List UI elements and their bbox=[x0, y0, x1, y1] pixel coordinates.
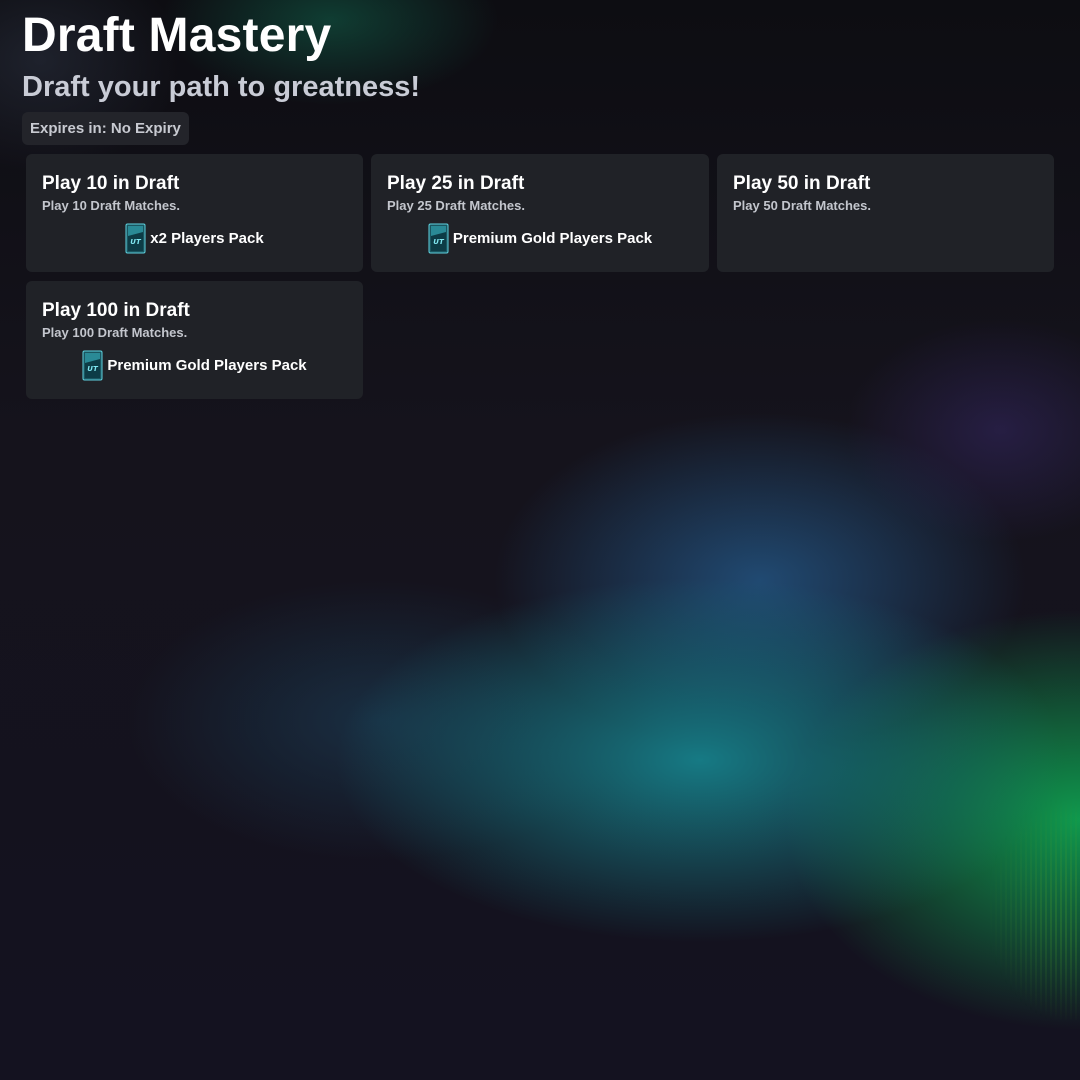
objective-title: Play 25 in Draft bbox=[387, 173, 525, 194]
objective-reward: UT x2 Players Pack bbox=[42, 223, 347, 254]
objective-title: Play 100 in Draft bbox=[42, 300, 190, 321]
page-title: Draft Mastery bbox=[22, 9, 332, 62]
reward-label: x2 Players Pack bbox=[150, 230, 264, 247]
objective-card[interactable]: Play 25 in Draft Play 25 Draft Matches. … bbox=[371, 154, 709, 272]
background-stripes bbox=[990, 800, 1080, 1020]
objective-title: Play 10 in Draft bbox=[42, 173, 180, 194]
ut-pack-icon: UT bbox=[82, 350, 103, 381]
svg-text:UT: UT bbox=[88, 365, 100, 373]
page-subtitle: Draft your path to greatness! bbox=[22, 71, 420, 103]
objective-description: Play 100 Draft Matches. bbox=[42, 325, 188, 340]
objective-card[interactable]: Play 100 in Draft Play 100 Draft Matches… bbox=[26, 281, 363, 399]
expiry-badge: Expires in: No Expiry bbox=[22, 112, 189, 145]
objective-card[interactable]: Play 10 in Draft Play 10 Draft Matches. … bbox=[26, 154, 363, 272]
objective-reward: UT Premium Gold Players Pack bbox=[42, 350, 347, 381]
objective-description: Play 50 Draft Matches. bbox=[733, 198, 872, 213]
ut-pack-icon: UT bbox=[428, 223, 449, 254]
reward-label: Premium Gold Players Pack bbox=[452, 230, 653, 247]
objective-description: Play 25 Draft Matches. bbox=[387, 198, 526, 213]
svg-text:UT: UT bbox=[131, 238, 143, 246]
page-header: Draft Mastery Draft your path to greatne… bbox=[0, 0, 1080, 145]
svg-text:UT: UT bbox=[433, 238, 445, 246]
objective-description: Play 10 Draft Matches. bbox=[42, 198, 181, 213]
objectives-grid: Play 10 in Draft Play 10 Draft Matches. … bbox=[26, 154, 1054, 399]
objective-reward: UT Premium Gold Players Pack bbox=[387, 223, 693, 254]
objective-title: Play 50 in Draft bbox=[733, 173, 871, 194]
reward-label: Premium Gold Players Pack bbox=[107, 357, 307, 374]
ut-pack-icon: UT bbox=[125, 223, 146, 254]
objective-card[interactable]: Play 50 in Draft Play 50 Draft Matches. bbox=[717, 154, 1054, 272]
